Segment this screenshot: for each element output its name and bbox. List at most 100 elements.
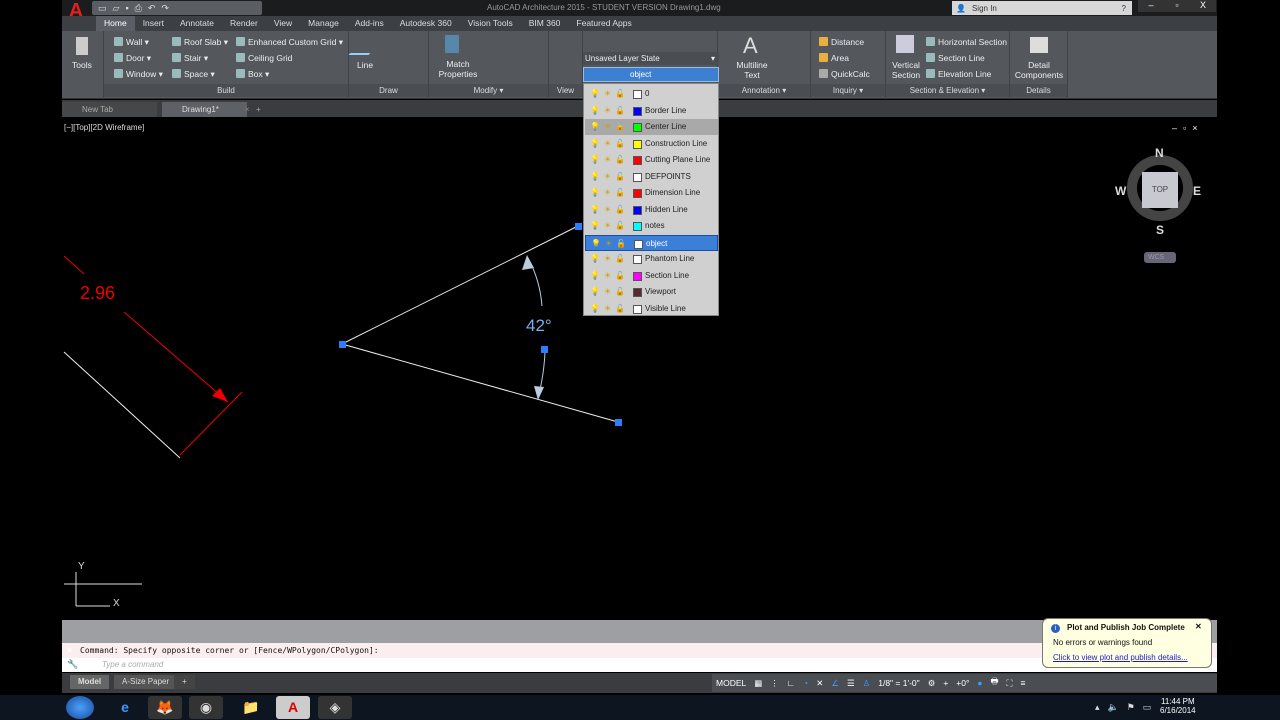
- layer-state-icons[interactable]: 💡☀🔓: [591, 236, 630, 252]
- system-tray-icons[interactable]: ▴🔈⚑▭: [1095, 702, 1159, 713]
- layer-state-icons[interactable]: 💡☀🔓: [590, 251, 629, 267]
- autocad-taskbar-icon[interactable]: A: [276, 696, 310, 719]
- layer-state-icons[interactable]: 💡☀🔓: [590, 152, 629, 168]
- layer-item[interactable]: 💡☀🔓 Construction Line: [585, 136, 718, 152]
- ucs-y-label: Y: [78, 561, 85, 572]
- viewcube[interactable]: TOP N S E W: [1115, 146, 1201, 238]
- model-space-button[interactable]: MODEL: [716, 678, 746, 688]
- layer-state-icons[interactable]: 💡☀🔓: [590, 169, 629, 185]
- close-command-icon[interactable]: ×: [67, 645, 72, 655]
- isolate-icon[interactable]: ●: [977, 678, 982, 688]
- compass-east[interactable]: E: [1193, 184, 1201, 198]
- layer-item[interactable]: 💡☀🔓 Dimension Line: [585, 185, 718, 201]
- notification-link[interactable]: Click to view plot and publish details..…: [1053, 653, 1188, 662]
- polar-icon[interactable]: ◔: [803, 678, 808, 688]
- plus-icon[interactable]: +: [943, 678, 948, 688]
- grid-icon[interactable]: ▦: [754, 678, 762, 689]
- drawing-line[interactable]: [63, 351, 181, 459]
- add-layout-button[interactable]: +: [174, 675, 195, 689]
- layer-item[interactable]: 💡☀🔓 Center Line: [585, 119, 718, 135]
- layer-color-swatch: [633, 172, 642, 182]
- drawing-line[interactable]: [341, 343, 619, 423]
- grip[interactable]: [615, 419, 622, 426]
- layer-name: object: [646, 238, 668, 248]
- plot-status-icon[interactable]: 🖶: [991, 676, 999, 690]
- layer-name: Center Line: [645, 122, 687, 131]
- layer-state-icons[interactable]: 💡☀🔓: [590, 119, 629, 135]
- notification-balloon: i Plot and Publish Job Complete ✕ No err…: [1042, 618, 1212, 668]
- annotation-visibility-icon[interactable]: ♙: [863, 678, 871, 689]
- dimension-line[interactable]: [63, 255, 85, 275]
- grip[interactable]: [339, 341, 346, 348]
- layer-item[interactable]: 💡☀🔓 0: [585, 86, 718, 102]
- layer-item[interactable]: 💡☀🔓 Phantom Line: [585, 251, 718, 267]
- layer-color-swatch: [634, 239, 643, 249]
- layer-state-icons[interactable]: 💡☀🔓: [590, 268, 629, 284]
- layer-state-icons[interactable]: 💡☀🔓: [590, 136, 629, 152]
- layer-item[interactable]: 💡☀🔓 object: [585, 234, 718, 252]
- layer-state-icons[interactable]: 💡☀🔓: [590, 284, 629, 300]
- compass-north[interactable]: N: [1155, 146, 1164, 160]
- lineweight-icon[interactable]: ☰: [847, 678, 855, 689]
- layer-state-icons[interactable]: 💡☀🔓: [590, 218, 629, 234]
- layer-item[interactable]: 💡☀🔓 DEFPOINTS: [585, 169, 718, 185]
- layer-name: Border Line: [645, 105, 687, 115]
- viewcube-top-face[interactable]: TOP: [1142, 172, 1178, 208]
- layer-item[interactable]: 💡☀🔓 Cutting Plane Line: [585, 152, 718, 168]
- file-explorer-icon[interactable]: 📁: [234, 696, 268, 719]
- layer-state-icons[interactable]: 💡☀🔓: [590, 202, 629, 218]
- customize-wrench-icon[interactable]: 🔧: [67, 659, 78, 670]
- layer-color-swatch: [633, 205, 642, 215]
- compass-west[interactable]: W: [1115, 184, 1126, 198]
- layer-item[interactable]: 💡☀🔓 Section Line: [585, 268, 718, 284]
- layer-color-swatch: [633, 90, 642, 99]
- layer-color-swatch: [633, 255, 642, 264]
- layout-tab-a-size-paper[interactable]: A-Size Paper: [114, 675, 178, 689]
- app-taskbar-icon[interactable]: ◈: [318, 696, 352, 719]
- snap-icon[interactable]: ⋮: [770, 678, 779, 689]
- layer-state-icons[interactable]: 💡☀🔓: [590, 185, 629, 201]
- notification-title: Plot and Publish Job Complete: [1067, 623, 1185, 632]
- annotation-scale[interactable]: 1/8" = 1'-0": [878, 678, 919, 688]
- fullscreen-icon[interactable]: ⛶: [1007, 678, 1013, 689]
- layer-item[interactable]: 💡☀🔓 Hidden Line: [585, 202, 718, 218]
- osnap-icon[interactable]: ✕: [816, 678, 823, 689]
- layer-item[interactable]: 💡☀🔓 Viewport: [585, 284, 718, 300]
- taskbar: e 🦊 ◉ 📁 A ◈ ▴🔈⚑▭ 11:44 PM 6/16/2014: [0, 695, 1280, 720]
- layer-color-swatch: [633, 222, 642, 231]
- ortho-icon[interactable]: ∟: [787, 678, 795, 688]
- start-button[interactable]: [66, 696, 94, 719]
- dimension-arrow: [534, 386, 544, 400]
- customize-menu-icon[interactable]: ≡: [1021, 678, 1026, 688]
- layout-tab-model[interactable]: Model: [70, 675, 110, 689]
- clock[interactable]: 11:44 PM 6/16/2014: [1160, 697, 1196, 715]
- layer-color-swatch: [633, 304, 642, 314]
- elevation-offset[interactable]: +0°: [956, 678, 969, 688]
- workspace-gear-icon[interactable]: ⚙: [928, 678, 936, 689]
- firefox-icon[interactable]: 🦊: [148, 696, 182, 719]
- layer-state-icons[interactable]: 💡☀🔓: [590, 86, 629, 102]
- layer-state-icons[interactable]: 💡☀🔓: [590, 103, 629, 119]
- otrack-icon[interactable]: ∠: [831, 678, 839, 689]
- layer-item[interactable]: 💡☀🔓 notes: [585, 218, 718, 234]
- linear-dimension-text[interactable]: 2.96: [80, 283, 115, 303]
- layer-item[interactable]: 💡☀🔓 Border Line: [585, 103, 718, 119]
- wcs-menu[interactable]: WCS: [1144, 252, 1176, 263]
- layer-name: Viewport: [645, 287, 676, 296]
- grip[interactable]: [575, 223, 582, 230]
- dimension-line[interactable]: [123, 311, 229, 403]
- layer-name: 0: [645, 89, 650, 98]
- layer-name: Hidden Line: [645, 204, 688, 214]
- notification-close-button[interactable]: ✕: [1195, 622, 1202, 631]
- grip[interactable]: [541, 346, 548, 353]
- angle-dimension-text[interactable]: 42°: [526, 316, 552, 335]
- compass-south[interactable]: S: [1156, 223, 1164, 237]
- layer-state-select[interactable]: Unsaved Layer State ▾: [583, 52, 719, 65]
- layer-name: Dimension Line: [645, 188, 701, 197]
- layer-state-icons[interactable]: 💡☀🔓: [590, 301, 629, 317]
- layer-item[interactable]: 💡☀🔓 Visible Line: [585, 301, 718, 317]
- status-toolbar: MODEL ▦ ⋮ ∟ ◔ ✕ ∠ ☰ ♙ 1/8" = 1'-0" ⚙ + +…: [712, 674, 1217, 692]
- internet-explorer-icon[interactable]: e: [108, 696, 142, 719]
- current-layer-select[interactable]: object: [583, 67, 719, 82]
- chrome-icon[interactable]: ◉: [189, 696, 223, 719]
